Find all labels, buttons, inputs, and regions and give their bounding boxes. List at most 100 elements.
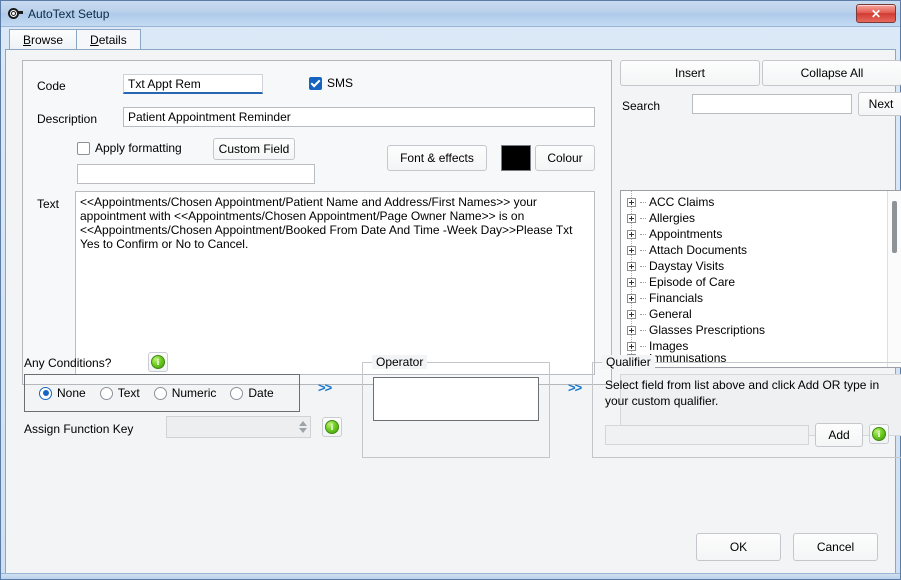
description-label: Description	[37, 112, 98, 126]
tab-browse-label: rowse	[31, 32, 64, 47]
assign-function-key-label: Assign Function Key	[24, 422, 134, 436]
spinner-up-icon[interactable]	[298, 421, 307, 426]
font-effects-button[interactable]: Font & effects	[387, 145, 487, 171]
inner-panel: Code SMS Description Apply formatting Cu…	[14, 56, 901, 528]
apply-formatting-checkbox[interactable]: Apply formatting	[77, 141, 182, 155]
tab-strip: Browse Details	[1, 27, 900, 49]
qualifier-input[interactable]	[605, 425, 809, 445]
expand-plus-icon[interactable]	[627, 341, 636, 351]
custom-field-button[interactable]: Custom Field	[213, 138, 295, 160]
any-conditions-label: Any Conditions?	[24, 356, 112, 370]
radio-text[interactable]: Text	[99, 386, 140, 400]
apply-formatting-checkbox-box	[77, 141, 90, 155]
operator-to-qualifier-arrow[interactable]: >>	[568, 380, 582, 395]
tree-node[interactable]: Financials	[627, 290, 901, 306]
radio-text-dot	[99, 386, 113, 400]
tree-node-label: General	[649, 307, 692, 321]
text-body-input[interactable]: <<Appointments/Chosen Appointment/Patien…	[75, 191, 595, 375]
tree-node[interactable]: Appointments	[627, 226, 901, 242]
info-glyph: i	[325, 420, 339, 434]
tree-node[interactable]: Glasses Prescriptions	[627, 322, 901, 338]
expand-plus-icon[interactable]	[627, 213, 636, 223]
search-label: Search	[622, 99, 661, 113]
tab-details-label: etails	[98, 32, 127, 47]
expand-plus-icon[interactable]	[627, 197, 636, 207]
spinner-down-icon[interactable]	[298, 428, 307, 433]
font-name-input[interactable]	[77, 164, 315, 184]
autotext-editor-group: Code SMS Description Apply formatting Cu…	[22, 60, 612, 385]
tree-node[interactable]: Episode of Care	[627, 274, 901, 290]
sms-checkbox[interactable]: SMS	[309, 76, 353, 90]
sms-label: SMS	[327, 76, 354, 90]
field-tree-list: ACC Claims Allergies Appointments Attach…	[621, 191, 901, 362]
description-input[interactable]	[123, 107, 595, 127]
operator-listbox[interactable]	[373, 377, 539, 421]
tree-node[interactable]: ACC Claims	[627, 194, 901, 210]
tab-browse[interactable]: Browse	[9, 29, 78, 49]
assign-function-key-spinner[interactable]	[166, 416, 311, 438]
qualifier-group-title: Qualifier	[602, 355, 655, 369]
code-input[interactable]	[123, 74, 263, 94]
autotext-setup-window: AutoText Setup ✕ Browse Details Code SMS…	[0, 0, 901, 580]
tree-node[interactable]: Immunisations	[627, 354, 901, 362]
qualifier-add-button[interactable]: Add	[815, 423, 863, 447]
conditions-radio-group: None Text Numeric Date	[24, 374, 300, 412]
tree-node-label: Episode of Care	[649, 275, 736, 289]
radio-date[interactable]: Date	[230, 386, 274, 400]
radio-text-label: Text	[117, 386, 140, 400]
expand-plus-icon[interactable]	[627, 245, 636, 255]
tree-node[interactable]: General	[627, 306, 901, 322]
title-bar: AutoText Setup ✕	[1, 1, 900, 27]
conditions-info-icon[interactable]: i	[148, 352, 168, 372]
expand-plus-icon[interactable]	[627, 293, 636, 303]
apply-formatting-label: Apply formatting	[95, 141, 182, 155]
tree-node[interactable]: Allergies	[627, 210, 901, 226]
operator-group: Operator	[362, 355, 550, 458]
ok-button[interactable]: OK	[696, 533, 781, 561]
tree-node-label: Appointments	[649, 227, 723, 241]
tree-node[interactable]: Attach Documents	[627, 242, 901, 258]
search-input[interactable]	[692, 94, 852, 114]
radio-date-dot	[230, 386, 244, 400]
expand-plus-icon[interactable]	[627, 325, 636, 335]
spinner-arrows[interactable]	[295, 417, 310, 437]
qualifier-group: Qualifier Select field from list above a…	[592, 355, 901, 458]
tree-node[interactable]: Images	[627, 338, 901, 354]
tree-node-label: Attach Documents	[649, 243, 748, 257]
code-label: Code	[37, 79, 66, 93]
cancel-button[interactable]: Cancel	[793, 533, 878, 561]
expand-plus-icon[interactable]	[627, 309, 636, 319]
radio-none-dot	[39, 386, 52, 400]
expand-plus-icon[interactable]	[627, 277, 636, 287]
tree-node-label: Financials	[649, 291, 704, 305]
close-button[interactable]: ✕	[856, 4, 896, 23]
tree-node[interactable]: Daystay Visits	[627, 258, 901, 274]
radio-numeric-dot	[153, 386, 167, 400]
insert-button[interactable]: Insert	[620, 60, 760, 86]
expand-plus-icon[interactable]	[627, 261, 636, 271]
status-bar	[1, 573, 900, 579]
info-glyph: i	[151, 355, 165, 369]
search-next-button[interactable]: Next	[858, 92, 901, 116]
radio-numeric[interactable]: Numeric	[153, 386, 217, 400]
tree-node-label: Daystay Visits	[649, 259, 725, 273]
radio-none[interactable]: None	[39, 386, 86, 400]
qualifier-info-icon[interactable]: i	[869, 424, 889, 444]
radio-date-label: Date	[248, 386, 274, 400]
tree-node-label: ACC Claims	[649, 195, 715, 209]
sms-checkbox-box	[309, 76, 322, 90]
conditions-to-operator-arrow[interactable]: >>	[318, 380, 332, 395]
colour-button[interactable]: Colour	[535, 145, 595, 171]
function-key-info-icon[interactable]: i	[322, 417, 342, 437]
radio-numeric-label: Numeric	[171, 386, 217, 400]
collapse-all-button[interactable]: Collapse All	[762, 60, 901, 86]
field-tree[interactable]: ACC Claims Allergies Appointments Attach…	[620, 190, 901, 368]
tab-details[interactable]: Details	[76, 29, 141, 49]
colour-swatch[interactable]	[501, 145, 531, 171]
autotext-icon	[7, 6, 23, 22]
radio-none-label: None	[57, 386, 86, 400]
window-title: AutoText Setup	[28, 6, 110, 21]
expand-plus-icon[interactable]	[627, 229, 636, 239]
info-glyph: i	[872, 427, 886, 441]
client-area: Code SMS Description Apply formatting Cu…	[5, 49, 901, 575]
